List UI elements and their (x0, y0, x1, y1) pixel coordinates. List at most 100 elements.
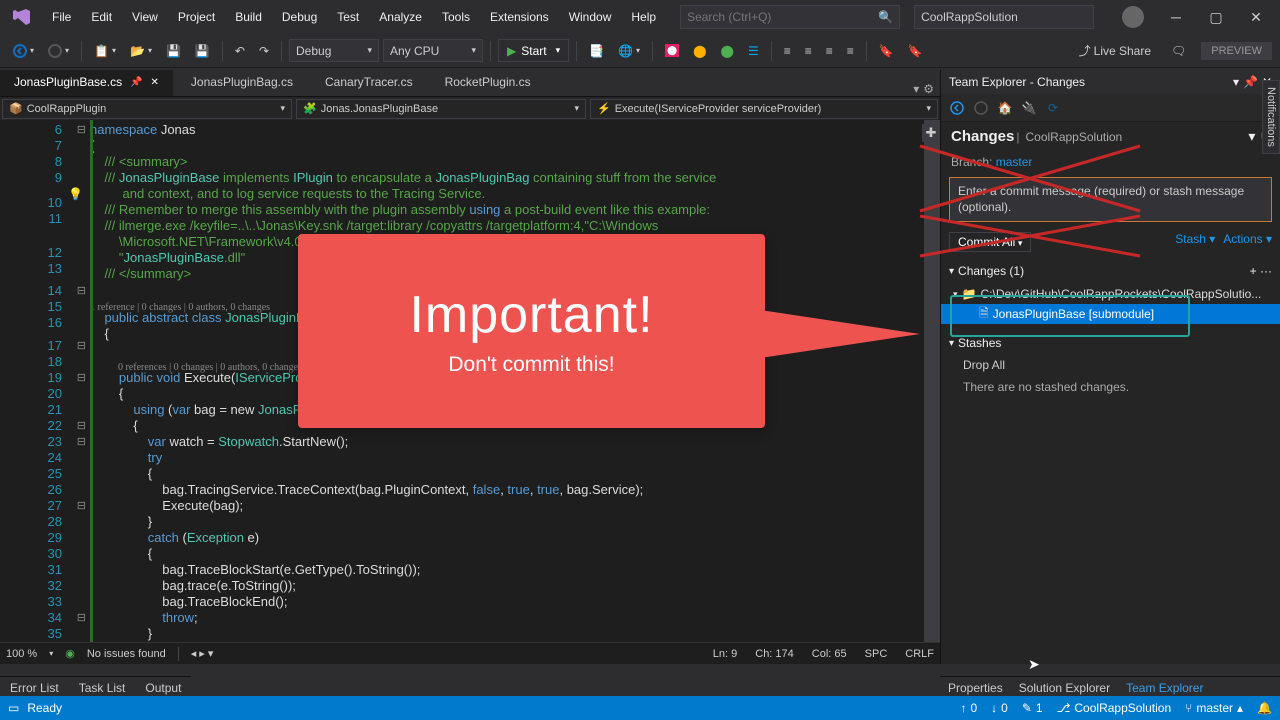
git-incoming[interactable]: ↓ 0 (991, 701, 1008, 715)
nav-member-dropdown[interactable]: ⚡ Execute(IServiceProvider serviceProvid… (590, 99, 938, 119)
save-all-icon[interactable]: 💾 (190, 39, 215, 63)
git-outgoing[interactable]: ↑ 0 (960, 701, 977, 715)
changed-file-item[interactable]: 🗎JonasPluginBase [submodule] (941, 304, 1280, 324)
quick-search[interactable]: 🔍 (680, 5, 900, 29)
close-button[interactable]: ✕ (1236, 3, 1276, 31)
tab-task-list[interactable]: Task List (69, 678, 136, 698)
start-button[interactable]: ▶Start (498, 39, 569, 62)
menu-build[interactable]: Build (225, 6, 272, 28)
ext-icon-4[interactable]: ☰ (743, 39, 764, 63)
menu-tools[interactable]: Tools (432, 6, 480, 28)
nav-back-button[interactable]: ▾ (8, 39, 39, 63)
tab-team-explorer[interactable]: Team Explorer (1126, 680, 1203, 695)
cursor-col: Col: 65 (812, 648, 847, 660)
cursor-line: Ln: 9 (713, 648, 737, 660)
notifications-icon[interactable]: 🔔 (1257, 701, 1272, 715)
maximize-button[interactable]: ▢ (1196, 3, 1236, 31)
indent-mode[interactable]: SPC (865, 648, 888, 660)
ext-icon-1[interactable]: ⬤ (660, 39, 684, 63)
lineending-mode[interactable]: CRLF (905, 648, 934, 660)
te-fwd-icon[interactable] (973, 100, 989, 116)
editor-navbar: 📦 CoolRappPlugin 🧩 Jonas.JonasPluginBase… (0, 96, 940, 120)
undo-icon[interactable]: ↶ (230, 39, 250, 63)
stage-all-icon[interactable]: + ··· (1250, 264, 1272, 278)
tab-output[interactable]: Output (135, 678, 191, 698)
search-input[interactable] (687, 10, 893, 24)
nav-fwd-button[interactable]: ▾ (43, 39, 74, 63)
issues-indicator[interactable]: No issues found (87, 648, 166, 660)
menu-window[interactable]: Window (559, 6, 622, 28)
zoom-level[interactable]: 100 % (6, 648, 37, 660)
ext-icon-2[interactable]: ⬤ (688, 39, 711, 63)
status-ready: Ready (27, 701, 62, 715)
browser-icon[interactable]: 🌐▾ (613, 39, 645, 63)
menu-analyze[interactable]: Analyze (369, 6, 432, 28)
bookmark-icon[interactable]: 🔖 (874, 39, 899, 63)
nav-class-dropdown[interactable]: 🧩 Jonas.JonasPluginBase (296, 99, 586, 119)
search-icon: 🔍 (878, 10, 893, 24)
menu-extensions[interactable]: Extensions (480, 6, 559, 28)
git-pending[interactable]: ✎ 1 (1022, 701, 1043, 715)
nav-project-dropdown[interactable]: 📦 CoolRappPlugin (2, 99, 292, 119)
cursor-char: Ch: 174 (755, 648, 794, 660)
no-stash-text: There are no stashed changes. (941, 376, 1280, 398)
statusbar: ▭ Ready ↑ 0 ↓ 0 ✎ 1 ⎇ CoolRappSolution ⑂… (0, 696, 1280, 720)
nav-arrows[interactable]: ◂ ▸ ▾ (191, 647, 214, 660)
doc-tab[interactable]: JonasPluginBase.cs📌✕ (0, 70, 173, 96)
bookmark2-icon[interactable]: 🔖 (903, 39, 928, 63)
tab-solution-explorer[interactable]: Solution Explorer (1019, 681, 1110, 695)
solution-name-box[interactable]: CoolRappSolution (914, 5, 1094, 29)
annotation-arrow (760, 310, 920, 358)
tree-root[interactable]: ▾📁 C:\Dev\GitHub\CoolRappRockets\CoolRap… (941, 284, 1280, 304)
doc-tab[interactable]: JonasPluginBag.cs (177, 70, 307, 96)
menu-test[interactable]: Test (327, 6, 369, 28)
bottom-tool-tabs: Error List Task List Output (0, 676, 191, 698)
config-dropdown[interactable]: Debug (289, 39, 379, 62)
document-tabs: JonasPluginBase.cs📌✕JonasPluginBag.csCan… (0, 70, 940, 96)
te-home-icon[interactable]: 🏠 (997, 100, 1013, 116)
tab-error-list[interactable]: Error List (0, 678, 69, 698)
comment-icon[interactable]: ≡ (821, 39, 838, 63)
git-repo[interactable]: ⎇ CoolRappSolution (1057, 701, 1172, 715)
vs-logo-icon (10, 5, 34, 29)
dropdown-icon[interactable]: ▾ (1248, 128, 1255, 145)
te-back-icon[interactable] (949, 100, 965, 116)
annotation-callout: Important! Don't commit this! (298, 234, 765, 428)
mouse-cursor-icon: ➤ (1028, 656, 1040, 673)
te-refresh-icon[interactable]: ⟳ (1045, 100, 1061, 116)
redo-icon[interactable]: ↷ (254, 39, 274, 63)
new-project-button[interactable]: 📋▾ (89, 39, 121, 63)
tab-config-icon[interactable]: ⚙ (923, 82, 934, 96)
outdent-icon[interactable]: ≡ (800, 39, 817, 63)
panel-pin-icon[interactable]: 📌 (1243, 75, 1258, 89)
liveshare-button[interactable]: ⤴ Live Share (1074, 39, 1156, 63)
drop-all-link[interactable]: Drop All (941, 354, 1280, 376)
te-plug-icon[interactable]: 🔌 (1021, 100, 1037, 116)
notifications-side-tab[interactable]: Notifications (1262, 80, 1280, 154)
tab-overflow-icon[interactable]: ▾ (913, 82, 919, 96)
toolbar: ▾ ▾ 📋▾ 📂▾ 💾 💾 ↶ ↷ Debug Any CPU ▶Start 📑… (0, 34, 1280, 68)
menu-file[interactable]: File (42, 6, 81, 28)
ext-icon-3[interactable]: ⬤ (716, 39, 739, 63)
menu-edit[interactable]: Edit (81, 6, 122, 28)
menu-project[interactable]: Project (168, 6, 225, 28)
save-icon[interactable]: 💾 (161, 39, 186, 63)
menu-debug[interactable]: Debug (272, 6, 327, 28)
stashes-section-header[interactable]: Stashes (941, 332, 1280, 354)
platform-dropdown[interactable]: Any CPU (383, 39, 483, 62)
tab-properties[interactable]: Properties (948, 681, 1003, 695)
git-branch[interactable]: ⑂ master ▴ (1185, 701, 1243, 715)
indent-icon[interactable]: ≡ (779, 39, 796, 63)
minimize-button[interactable]: ─ (1156, 3, 1196, 31)
step-icon[interactable]: 📑 (584, 39, 609, 63)
menu-view[interactable]: View (122, 6, 168, 28)
menubar: FileEditViewProjectBuildDebugTestAnalyze… (0, 0, 1280, 34)
uncomment-icon[interactable]: ≡ (842, 39, 859, 63)
open-file-button[interactable]: 📂▾ (125, 39, 157, 63)
doc-tab[interactable]: CanaryTracer.cs (311, 70, 427, 96)
feedback-icon[interactable]: 🗨 (1166, 39, 1191, 63)
doc-tab[interactable]: RocketPlugin.cs (431, 70, 545, 96)
menu-help[interactable]: Help (621, 6, 666, 28)
avatar[interactable] (1122, 6, 1144, 28)
panel-dropdown-icon[interactable]: ▾ (1233, 75, 1239, 89)
